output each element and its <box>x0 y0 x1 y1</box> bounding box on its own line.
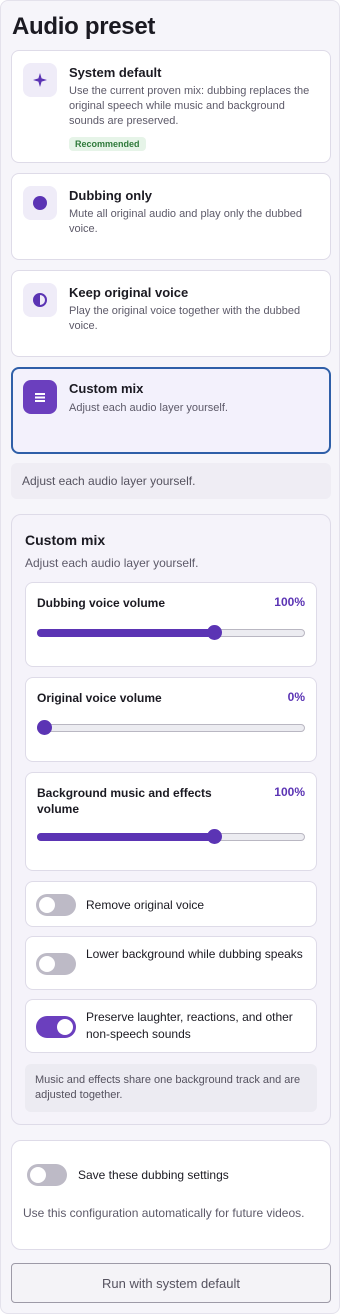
dubbing-voice-volume-control: Dubbing voice volume 100% <box>25 582 317 667</box>
preset-card-system-default[interactable]: System default Use the current proven mi… <box>11 50 331 163</box>
slider-fill <box>37 833 214 841</box>
save-settings-toggle[interactable] <box>27 1164 67 1186</box>
custom-mix-title: Custom mix <box>25 532 106 548</box>
preset-card-dubbing-only[interactable]: Dubbing only Mute all original audio and… <box>11 173 331 260</box>
original-voice-volume-slider[interactable] <box>37 720 305 735</box>
custom-mix-section: Custom mix Adjust each audio layer yours… <box>11 514 331 1125</box>
toggle-knob <box>39 897 55 913</box>
lower-background-row: Lower background while dubbing speaks <box>25 936 317 990</box>
background-track-note: Music and effects share one background t… <box>25 1064 317 1112</box>
selected-preset-description: Adjust each audio layer yourself. <box>11 463 331 499</box>
slider-value: 100% <box>274 595 305 609</box>
toggle-knob <box>57 1019 73 1035</box>
toggle-knob <box>30 1167 46 1183</box>
save-settings-section: Save these dubbing settings Use this con… <box>11 1140 331 1250</box>
background-volume-slider[interactable] <box>37 829 305 844</box>
custom-mix-subtitle: Adjust each audio layer yourself. <box>25 556 199 570</box>
circle-icon <box>23 186 57 220</box>
preset-card-keep-original-voice[interactable]: Keep original voice Play the original vo… <box>11 270 331 357</box>
original-voice-volume-control: Original voice volume 0% <box>25 677 317 762</box>
slider-value: 100% <box>274 785 305 799</box>
preset-description: Adjust each audio layer yourself. <box>69 402 228 414</box>
preserve-non-speech-row: Preserve laughter, reactions, and other … <box>25 999 317 1053</box>
preset-description: Use the current proven mix: dubbing repl… <box>69 85 310 127</box>
slider-label: Background music and effects volume <box>37 786 212 816</box>
slider-fill <box>37 629 214 637</box>
toggle-label: Preserve laughter, reactions, and other … <box>86 1010 293 1041</box>
preset-title: Keep original voice <box>69 285 189 300</box>
save-settings-label: Save these dubbing settings <box>78 1168 229 1182</box>
save-settings-description: Use this configuration automatically for… <box>23 1206 305 1220</box>
page-title: Audio preset <box>12 13 156 40</box>
lower-background-toggle[interactable] <box>36 953 76 975</box>
remove-original-voice-row: Remove original voice <box>25 881 317 927</box>
remove-original-voice-toggle[interactable] <box>36 894 76 916</box>
toggle-label: Remove original voice <box>86 898 205 912</box>
toggle-label: Lower background while dubbing speaks <box>86 947 303 961</box>
slider-thumb[interactable] <box>206 625 222 640</box>
preset-description: Mute all original audio and play only th… <box>69 208 302 235</box>
preset-title: System default <box>69 65 162 80</box>
preserve-non-speech-toggle[interactable] <box>36 1016 76 1038</box>
audio-preset-panel: Audio preset System default Use the curr… <box>0 0 340 1314</box>
slider-value: 0% <box>287 690 305 704</box>
half-circle-icon <box>23 283 57 317</box>
slider-thumb[interactable] <box>37 720 52 735</box>
toggle-knob <box>39 956 55 972</box>
recommended-badge: Recommended <box>69 137 146 151</box>
dubbing-voice-volume-slider[interactable] <box>37 625 305 640</box>
sparkle-icon <box>23 63 57 97</box>
slider-label: Original voice volume <box>37 691 162 705</box>
background-volume-control: Background music and effects volume 100% <box>25 772 317 871</box>
run-button[interactable]: Run with system default <box>11 1263 331 1303</box>
sliders-icon <box>23 380 57 414</box>
slider-label: Dubbing voice volume <box>37 596 166 610</box>
slider-thumb[interactable] <box>206 829 222 844</box>
preset-title: Dubbing only <box>69 188 153 203</box>
preset-description: Play the original voice together with th… <box>69 305 301 332</box>
preset-title: Custom mix <box>69 381 144 396</box>
preset-card-custom-mix[interactable]: Custom mix Adjust each audio layer yours… <box>11 367 331 454</box>
